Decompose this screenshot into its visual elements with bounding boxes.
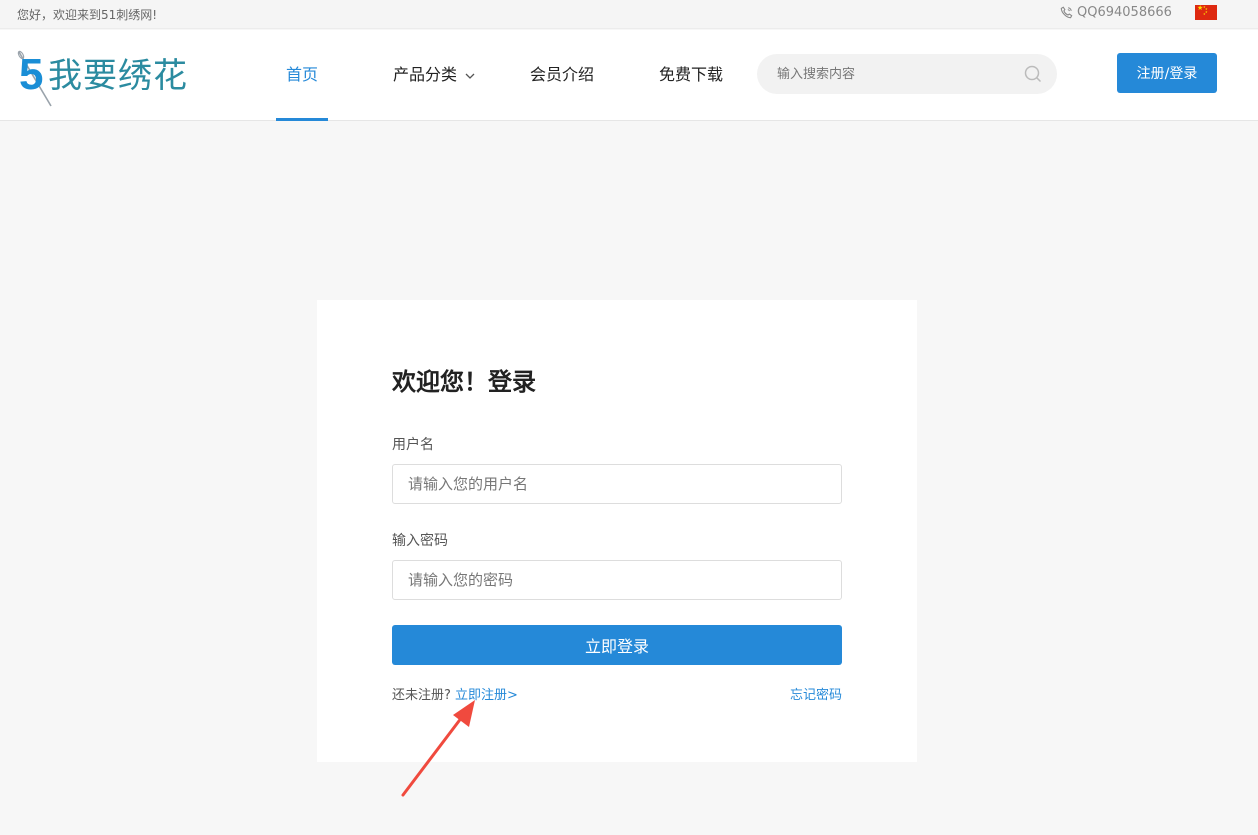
- password-label: 输入密码: [392, 533, 448, 549]
- nav-product-categories-label: 产品分类: [393, 65, 458, 84]
- password-input[interactable]: [392, 560, 842, 600]
- site-header: 5 我要绣花 首页 产品分类 会员介绍 免费下载 注册/登录: [0, 30, 1258, 121]
- nav-product-categories[interactable]: 产品分类: [393, 30, 476, 121]
- search-input[interactable]: [777, 54, 1017, 94]
- nav-membership[interactable]: 会员介绍: [530, 30, 594, 121]
- nav-home[interactable]: 首页: [276, 30, 329, 121]
- nav-membership-label: 会员介绍: [530, 65, 595, 84]
- register-login-button[interactable]: 注册/登录: [1117, 53, 1217, 93]
- china-flag-icon[interactable]: ★ ★ ★ ★ ★: [1195, 5, 1217, 20]
- login-title: 欢迎您！登录: [392, 368, 536, 396]
- login-submit-button[interactable]: 立即登录: [392, 625, 842, 665]
- nav-home-label: 首页: [286, 65, 319, 84]
- site-logo[interactable]: 5 我要绣花: [15, 44, 205, 110]
- chevron-down-icon: [465, 73, 475, 79]
- qq-contact[interactable]: QQ694058666: [1060, 5, 1172, 20]
- username-input[interactable]: [392, 464, 842, 504]
- active-underline: [276, 118, 329, 121]
- phone-icon: [1060, 6, 1073, 19]
- welcome-text: 您好，欢迎来到51刺绣网!: [17, 8, 158, 22]
- forgot-password-link[interactable]: 忘记密码: [790, 684, 842, 703]
- top-bar: 您好，欢迎来到51刺绣网! QQ694058666 ★ ★ ★ ★ ★: [0, 0, 1258, 29]
- search-icon[interactable]: [1023, 64, 1043, 84]
- logo-digit: 5: [19, 50, 44, 99]
- logo-text: 我要绣花: [48, 56, 188, 96]
- nav-free-download[interactable]: 免费下载: [659, 30, 723, 121]
- annotation-arrow-icon: [401, 700, 475, 797]
- qq-number: QQ694058666: [1077, 5, 1172, 20]
- search-box: [757, 54, 1057, 94]
- login-card: 欢迎您！登录 用户名 输入密码 立即登录 还未注册? 立即注册> 忘记密码: [317, 300, 917, 762]
- nav-free-download-label: 免费下载: [659, 65, 724, 84]
- username-label: 用户名: [392, 437, 434, 453]
